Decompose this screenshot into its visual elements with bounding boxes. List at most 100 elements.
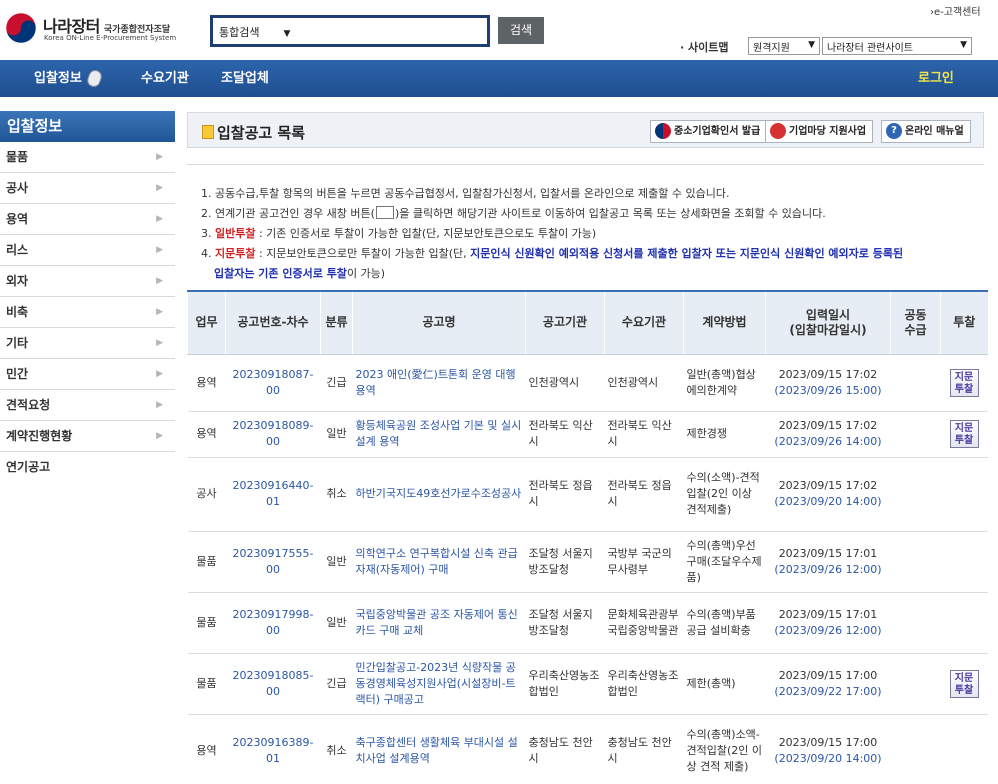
notice-title-link[interactable]: 국립중앙박물관 공조 자동제어 통신카드 구매 교체 (352, 592, 526, 654)
notice-title-link[interactable]: 축구종합센터 생활체육 부대시설 설치사업 설계용역 (352, 714, 526, 784)
sidebar-item-label: 기타 (6, 336, 29, 350)
login-button[interactable]: 로그인 (918, 60, 954, 97)
sme-certificate-button[interactable]: 중소기업확인서 발급 (650, 120, 768, 143)
bid-cell (940, 457, 988, 532)
sidebar-item[interactable]: 견적요청 ▶ (0, 390, 175, 421)
column-header: 공고번호-차수 (225, 291, 321, 355)
remote-support-select[interactable]: 원격지원 ▼ (748, 37, 820, 55)
bizinfo-support-button[interactable]: 기업마당 지원사업 (765, 120, 874, 143)
table-row: 물품 20230917998-00 일반 국립중앙박물관 공조 자동제어 통신카드 구… (187, 592, 988, 654)
sidebar-item[interactable]: 계약진행현황 ▶ (0, 421, 175, 452)
sidebar-item[interactable]: 기타 ▶ (0, 328, 175, 359)
nav-supplier[interactable]: 조달업체 (221, 60, 269, 97)
search-button[interactable]: 검색 (498, 17, 544, 44)
demand-org-cell-text: 충청남도 천안시 (607, 736, 672, 765)
category-cell: 긴급 (320, 354, 353, 412)
input-datetime: 2023/09/15 17:00 (778, 668, 878, 682)
demand-org-cell: 전라북도 정읍시 (604, 457, 684, 532)
search-type-select[interactable]: 통합검색 ▼ (219, 24, 290, 40)
notice-title-link-text[interactable]: 축구종합센터 생활체육 부대시설 설치사업 설계용역 (356, 736, 518, 765)
contract-method-cell-text: 수의(총액)소액-견적입찰(2인 이상 견적 제출) (686, 728, 763, 773)
sidebar-item[interactable]: 리스 ▶ (0, 235, 175, 266)
sidebar-item[interactable]: 공사 ▶ (0, 173, 175, 204)
fingerprint-bid-button[interactable]: 지문 투찰 (949, 669, 979, 698)
notice-title-link[interactable]: 황등체육공원 조성사업 기본 및 실시설계 용역 (352, 411, 526, 458)
notice-number-link[interactable]: 20230917555-00 (225, 531, 321, 593)
category-cell-text: 취소 (326, 487, 347, 500)
issuing-org-cell-text: 전라북도 익산시 (528, 419, 593, 448)
joint-supply-cell (890, 714, 941, 784)
column-header: 공고명 (352, 291, 526, 355)
sidebar-item-label: 리스 (6, 243, 29, 257)
sidebar-list: 물품 ▶ 공사 ▶ 용역 ▶ 리스 ▶ 외자 ▶ 비축 ▶ 기타 ▶ 민간 ▶ 견적요청 ▶ 계약진행현황 ▶ 연기공고 (0, 142, 175, 483)
input-datetime: 2023/09/15 17:02 (778, 419, 878, 432)
notice-number-link-text[interactable]: 20230917555-00 (233, 547, 314, 576)
biz-type-cell-text: 물품 (196, 615, 217, 629)
notice-title-link[interactable]: 의학연구소 연구복합시설 신축 관급자재(자동제어) 구매 (352, 531, 526, 593)
site-logo[interactable]: 나라장터 국가종합전자조달 Korea ON-Line E-Procurement… (5, 12, 205, 46)
table-row: 용역 20230918087-00 긴급 2023 애인(愛仁)트톤회 운영 대행용역… (187, 354, 988, 412)
input-datetime: 2023/09/15 17:01 (778, 546, 878, 560)
sidebar-item[interactable]: 외자 ▶ (0, 266, 175, 297)
joint-supply-cell (890, 653, 941, 715)
demand-org-cell-text: 전라북도 정읍시 (607, 479, 672, 508)
sidebar-item[interactable]: 물품 ▶ (0, 142, 175, 173)
deadline-datetime: (2023/09/20 14:00) (774, 752, 882, 765)
notice-number-link-text[interactable]: 20230918085-00 (233, 669, 314, 698)
notice-number-link[interactable]: 20230916389-01 (225, 714, 321, 784)
column-header: 계약방법 (683, 291, 766, 355)
notice-title-link-text[interactable]: 황등체육공원 조성사업 기본 및 실시설계 용역 (356, 419, 522, 448)
notice-title-link-text[interactable]: 하반기국지도49호선가로수조성공사 (356, 487, 522, 500)
notice-title-link[interactable]: 하반기국지도49호선가로수조성공사 (352, 457, 526, 532)
sitemap-link[interactable]: · 사이트맵 (680, 39, 729, 55)
notice-number-link-text[interactable]: 20230918087-00 (233, 368, 314, 397)
contract-method-cell-text: 수의(총액)우선구매(조달우수제품) (686, 538, 762, 584)
category-cell-text: 취소 (326, 744, 347, 757)
fingerprint-bid-button[interactable]: 지문 투찰 (949, 368, 979, 397)
mouse-icon (85, 68, 104, 89)
notice-number-link[interactable]: 20230918089-00 (225, 411, 321, 458)
deadline-datetime: (2023/09/26 14:00) (774, 435, 882, 448)
notice-number-link[interactable]: 20230916440-01 (225, 457, 321, 532)
category-cell: 일반 (320, 411, 353, 458)
contract-method-cell: 수의(총액)부품공급 설비확충 (683, 592, 766, 654)
chevron-right-icon: ▶ (156, 400, 163, 410)
e-customer-center-link[interactable]: ›e-고객센터 (930, 3, 981, 18)
demand-org-cell: 충청남도 천안시 (604, 714, 684, 784)
table-header-row: 업무 공고번호-차수 분류 공고명 공고기관 수요기관 계약방법 입력일시 (입찰마감일시) 공… (187, 291, 988, 355)
online-manual-button[interactable]: ? 온라인 매뉴얼 (881, 120, 971, 143)
demand-org-cell-text: 국방부 국군의무사령부 (607, 546, 672, 576)
notice-number-link-text[interactable]: 20230918089-00 (233, 419, 314, 448)
category-cell: 취소 (320, 457, 353, 532)
notice-number-link-text[interactable]: 20230917998-00 (233, 608, 314, 637)
notice-number-link[interactable]: 20230918087-00 (225, 354, 321, 412)
deadline-datetime: (2023/09/22 17:00) (774, 684, 882, 698)
nav-demand-org[interactable]: 수요기관 (141, 60, 189, 97)
notice-number-link-text[interactable]: 20230916389-01 (233, 736, 314, 765)
chevron-down-icon: ▼ (960, 40, 967, 50)
notice-title-link-text[interactable]: 국립중앙박물관 공조 자동제어 통신카드 구매 교체 (356, 608, 518, 637)
sidebar-item[interactable]: 비축 ▶ (0, 297, 175, 328)
sidebar-title: 입찰정보 (0, 111, 175, 142)
sidebar-item[interactable]: 용역 ▶ (0, 204, 175, 235)
notice-title-link[interactable]: 2023 애인(愛仁)트톤회 운영 대행용역 (352, 354, 526, 412)
fingerprint-bid-button[interactable]: 지문 투찰 (949, 420, 979, 448)
column-header: 공고기관 (525, 291, 605, 355)
notice-title-link[interactable]: 민간입찰공고-2023년 식량작물 공동경영체육성지원사업(시설장비-트랙터) … (352, 653, 526, 715)
input-datetime: 2023/09/15 17:00 (778, 736, 878, 749)
nav-bid-info[interactable]: 입찰정보 (34, 60, 104, 97)
contract-method-cell: 일반(총액)협상에의한계약 (683, 354, 766, 412)
sidebar-item[interactable]: 민간 ▶ (0, 359, 175, 390)
notice-title-link-text[interactable]: 2023 애인(愛仁)트톤회 운영 대행용역 (356, 368, 516, 397)
related-sites-select[interactable]: 나라장터 관련사이트 ▼ (822, 37, 972, 55)
demand-org-cell-text: 문화체육관광부 국립중앙박물관 (607, 607, 679, 637)
issuing-org-cell-text: 조달청 서울지방조달청 (528, 546, 593, 576)
issuing-org-cell: 조달청 서울지방조달청 (525, 531, 605, 593)
notice-number-link[interactable]: 20230918085-00 (225, 653, 321, 715)
notice-number-link-text[interactable]: 20230916440-01 (233, 479, 314, 508)
notice-title-link-text[interactable]: 민간입찰공고-2023년 식량작물 공동경영체육성지원사업(시설장비-트랙터) … (356, 661, 516, 706)
search-box[interactable]: 통합검색 ▼ (210, 15, 490, 47)
notice-number-link[interactable]: 20230917998-00 (225, 592, 321, 654)
sidebar-item[interactable]: 연기공고 (0, 452, 175, 483)
notice-title-link-text[interactable]: 의학연구소 연구복합시설 신축 관급자재(자동제어) 구매 (356, 547, 518, 576)
